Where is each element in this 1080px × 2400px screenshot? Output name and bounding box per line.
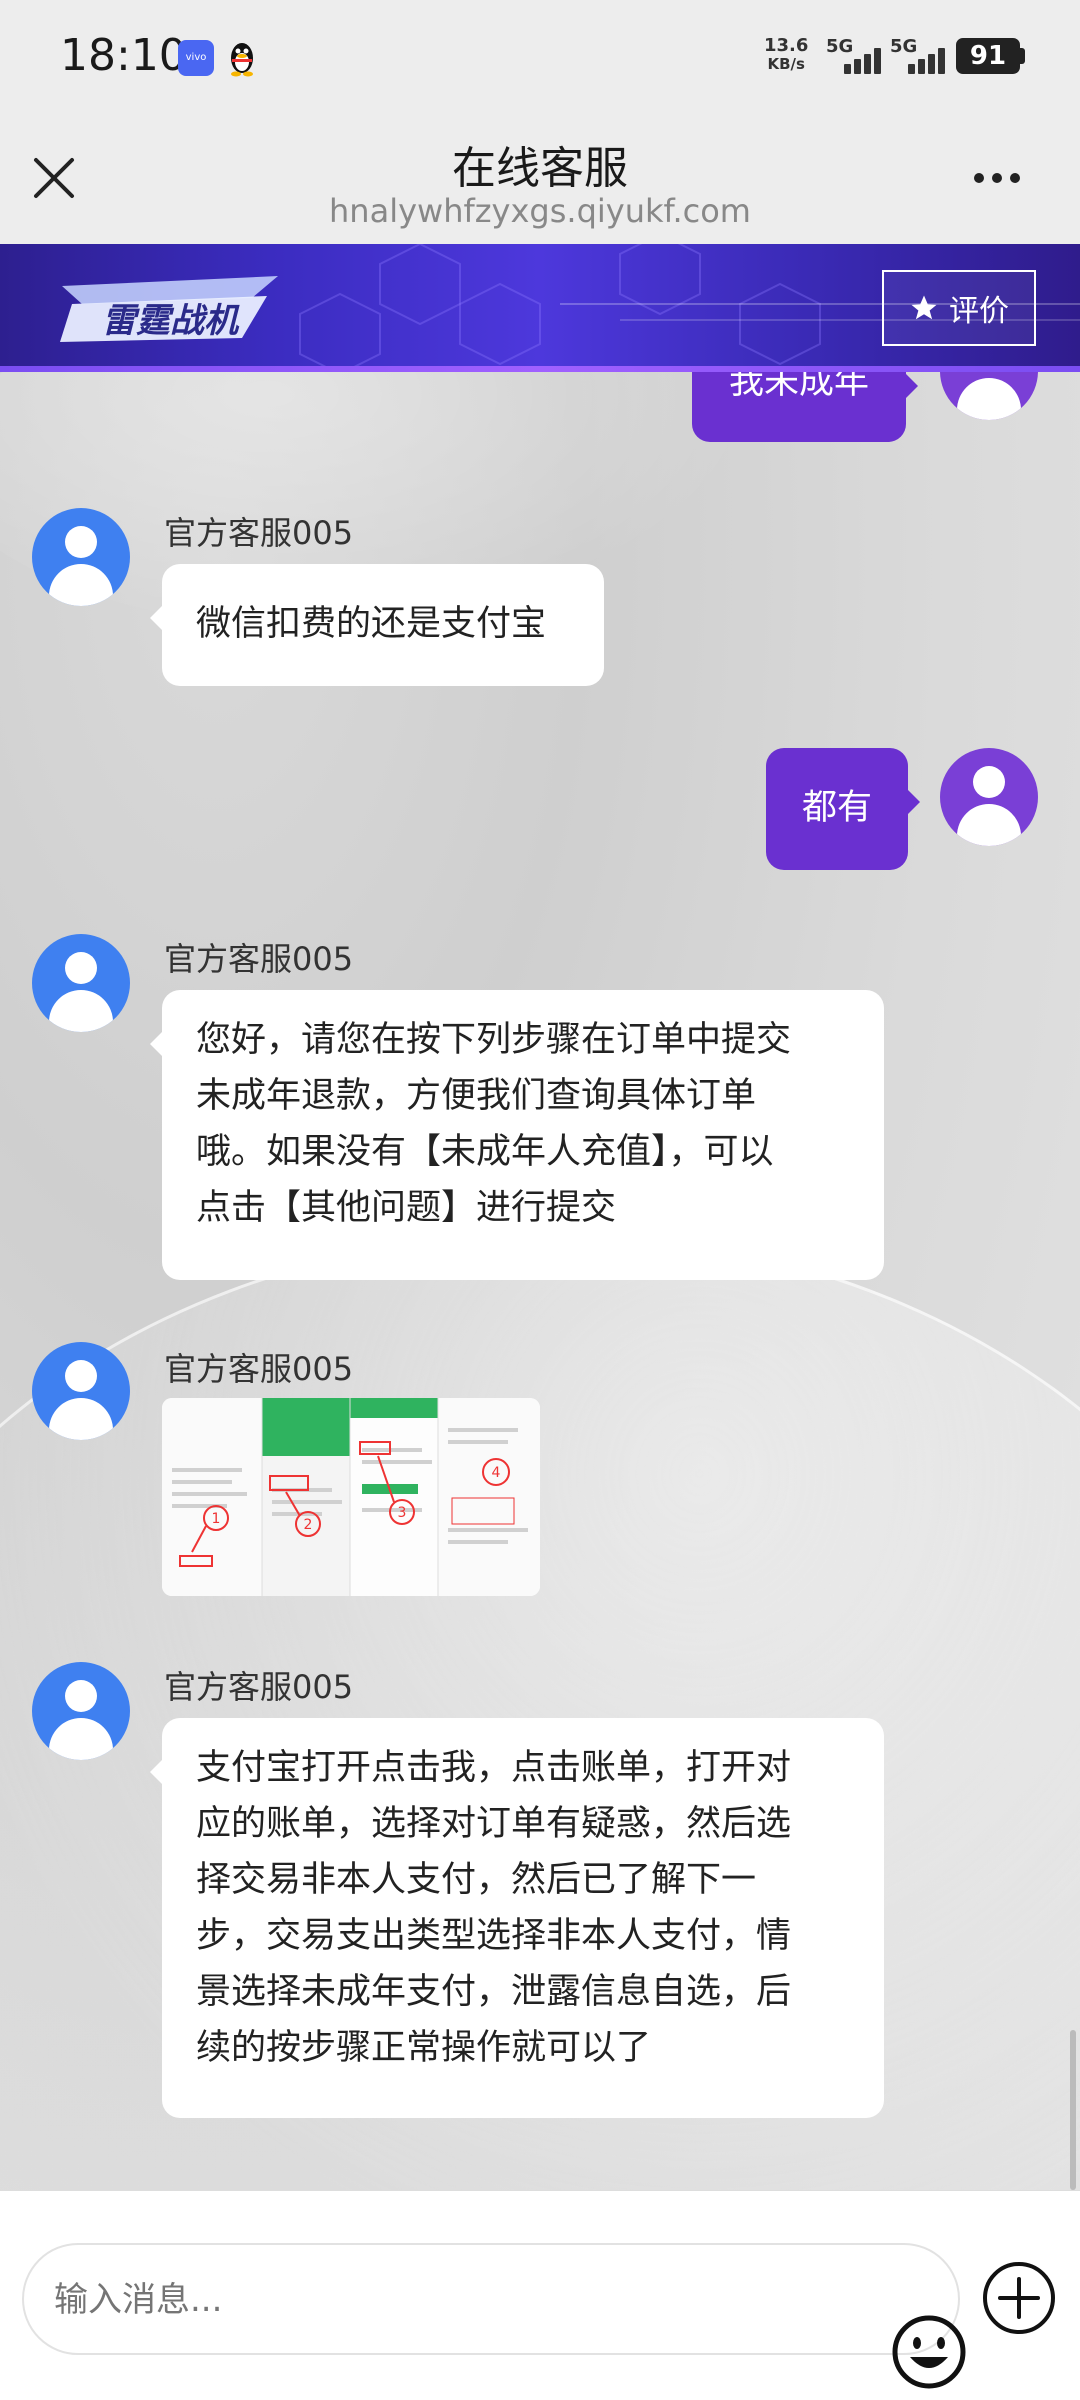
agent-avatar xyxy=(32,934,130,1032)
game-logo: 雷霆战机 xyxy=(60,276,278,342)
sim2-label: 5G xyxy=(890,36,918,57)
game-banner: 雷霆战机 评价 xyxy=(0,244,1080,372)
user-avatar xyxy=(940,372,1038,420)
status-time: 18:10 xyxy=(60,30,187,81)
tutorial-image-content: 1 2 3 4 xyxy=(162,1398,540,1596)
svg-text:2: 2 xyxy=(304,1517,313,1533)
message-line: 续的按步骤正常操作就可以了 xyxy=(196,2028,652,2068)
agent-avatar xyxy=(32,1662,130,1760)
more-options-icon[interactable] xyxy=(974,168,1034,192)
battery-tip xyxy=(1020,48,1025,64)
message-line: 您好，请您在按下列步骤在订单中提交 xyxy=(196,1020,792,1060)
user-message-bubble: 我未成年 xyxy=(692,372,918,442)
rate-button[interactable]: 评价 xyxy=(882,270,1036,346)
svg-text:3: 3 xyxy=(398,1505,407,1521)
network-speed-value: 13.6 xyxy=(764,35,809,56)
agent-avatar xyxy=(32,1342,130,1440)
chat-message-list[interactable]: 我未成年 官方客服005 微信扣费的还是支付宝 都有 官方客服005 您好，请您… xyxy=(0,372,1080,2190)
svg-text:4: 4 xyxy=(492,1465,501,1481)
tutorial-screenshot-image[interactable]: 1 2 3 4 xyxy=(162,1398,540,1596)
message-line: 择交易非本人支付，然后已了解下一 xyxy=(196,1860,757,1900)
message-line: 点击【其他问题】进行提交 xyxy=(196,1188,617,1228)
qq-penguin-icon xyxy=(231,43,253,77)
vivo-app-icon: vivo xyxy=(178,40,214,76)
message-line: 支付宝打开点击我，点击账单，打开对 xyxy=(196,1748,792,1788)
agent-name: 官方客服005 xyxy=(164,1350,354,1388)
navigation-header: 在线客服 hnalywhfzyxgs.qiyukf.com xyxy=(0,110,1080,244)
agent-name: 官方客服005 xyxy=(164,1668,354,1706)
agent-name: 官方客服005 xyxy=(164,514,354,552)
page-url: hnalywhfzyxgs.qiyukf.com xyxy=(329,192,751,230)
message-input-container[interactable] xyxy=(22,2243,966,2389)
sim1-label: 5G xyxy=(826,36,854,57)
user-avatar xyxy=(940,748,1038,846)
status-bar: 18:10 vivo 13.6 KB/s 5G 5G 91 xyxy=(0,0,1080,110)
agent-avatar xyxy=(32,508,130,606)
network-speed: 13.6 KB/s xyxy=(764,36,808,74)
rate-button-label: 评价 xyxy=(949,294,1009,329)
star-icon xyxy=(911,295,937,320)
emoji-icon[interactable] xyxy=(890,2313,968,2391)
battery-icon: 91 xyxy=(956,38,1020,74)
message-input[interactable] xyxy=(54,2275,834,2325)
agent-message-bubble: 微信扣费的还是支付宝 xyxy=(150,564,604,686)
message-text: 我未成年 xyxy=(728,372,869,402)
message-line: 哦。如果没有【未成年人充值】，可以 xyxy=(196,1132,774,1172)
svg-text:雷霆战机: 雷霆战机 xyxy=(102,301,240,341)
message-line: 步，交易支出类型选择非本人支付，情 xyxy=(196,1916,792,1956)
message-line: 景选择未成年支付，泄露信息自选，后 xyxy=(196,1972,792,2012)
plus-icon[interactable] xyxy=(980,2259,1058,2337)
message-text: 微信扣费的还是支付宝 xyxy=(196,604,547,644)
svg-text:1: 1 xyxy=(212,1511,221,1527)
scrollbar-thumb[interactable] xyxy=(1070,2030,1076,2190)
message-text: 都有 xyxy=(801,788,872,828)
message-input-bar xyxy=(0,2190,1080,2400)
page-title: 在线客服 xyxy=(452,143,628,194)
agent-name: 官方客服005 xyxy=(164,940,354,978)
message-line: 未成年退款，方便我们查询具体订单 xyxy=(196,1076,757,1116)
agent-message-bubble: 支付宝打开点击我，点击账单，打开对 应的账单，选择对订单有疑惑，然后选 择交易非… xyxy=(150,1718,884,2118)
user-message-bubble: 都有 xyxy=(766,748,920,870)
message-line: 应的账单，选择对订单有疑惑，然后选 xyxy=(196,1804,792,1844)
agent-message-bubble: 您好，请您在按下列步骤在订单中提交 未成年退款，方便我们查询具体订单 哦。如果没… xyxy=(150,990,884,1280)
network-speed-unit: KB/s xyxy=(767,55,805,73)
